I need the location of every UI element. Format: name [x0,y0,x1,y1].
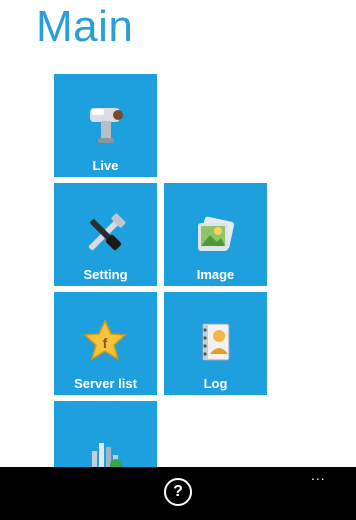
tools-icon [88,213,126,251]
image-icon [198,216,235,251]
tile-server-list[interactable]: f Server list [54,292,157,395]
log-icon [202,323,230,361]
tile-log-label: Log [203,376,228,391]
svg-text:f: f [103,335,108,351]
more-options-button[interactable]: ... [311,467,326,483]
tile-live[interactable]: Live [54,74,157,177]
tile-image[interactable]: Image [164,183,267,286]
app-bar: ? ... [0,467,356,520]
help-button[interactable]: ? [164,478,192,506]
tile-server-list-label: Server list [74,376,137,391]
page-title: Main [36,2,134,51]
tile-image-label: Image [196,267,235,282]
tile-live-label: Live [92,158,119,173]
tile-setting-label: Setting [83,267,128,282]
tile-setting[interactable]: Setting [54,183,157,286]
server-list-icon: f [83,319,127,361]
tile-log[interactable]: Log [164,292,267,395]
camera-icon [90,108,123,143]
